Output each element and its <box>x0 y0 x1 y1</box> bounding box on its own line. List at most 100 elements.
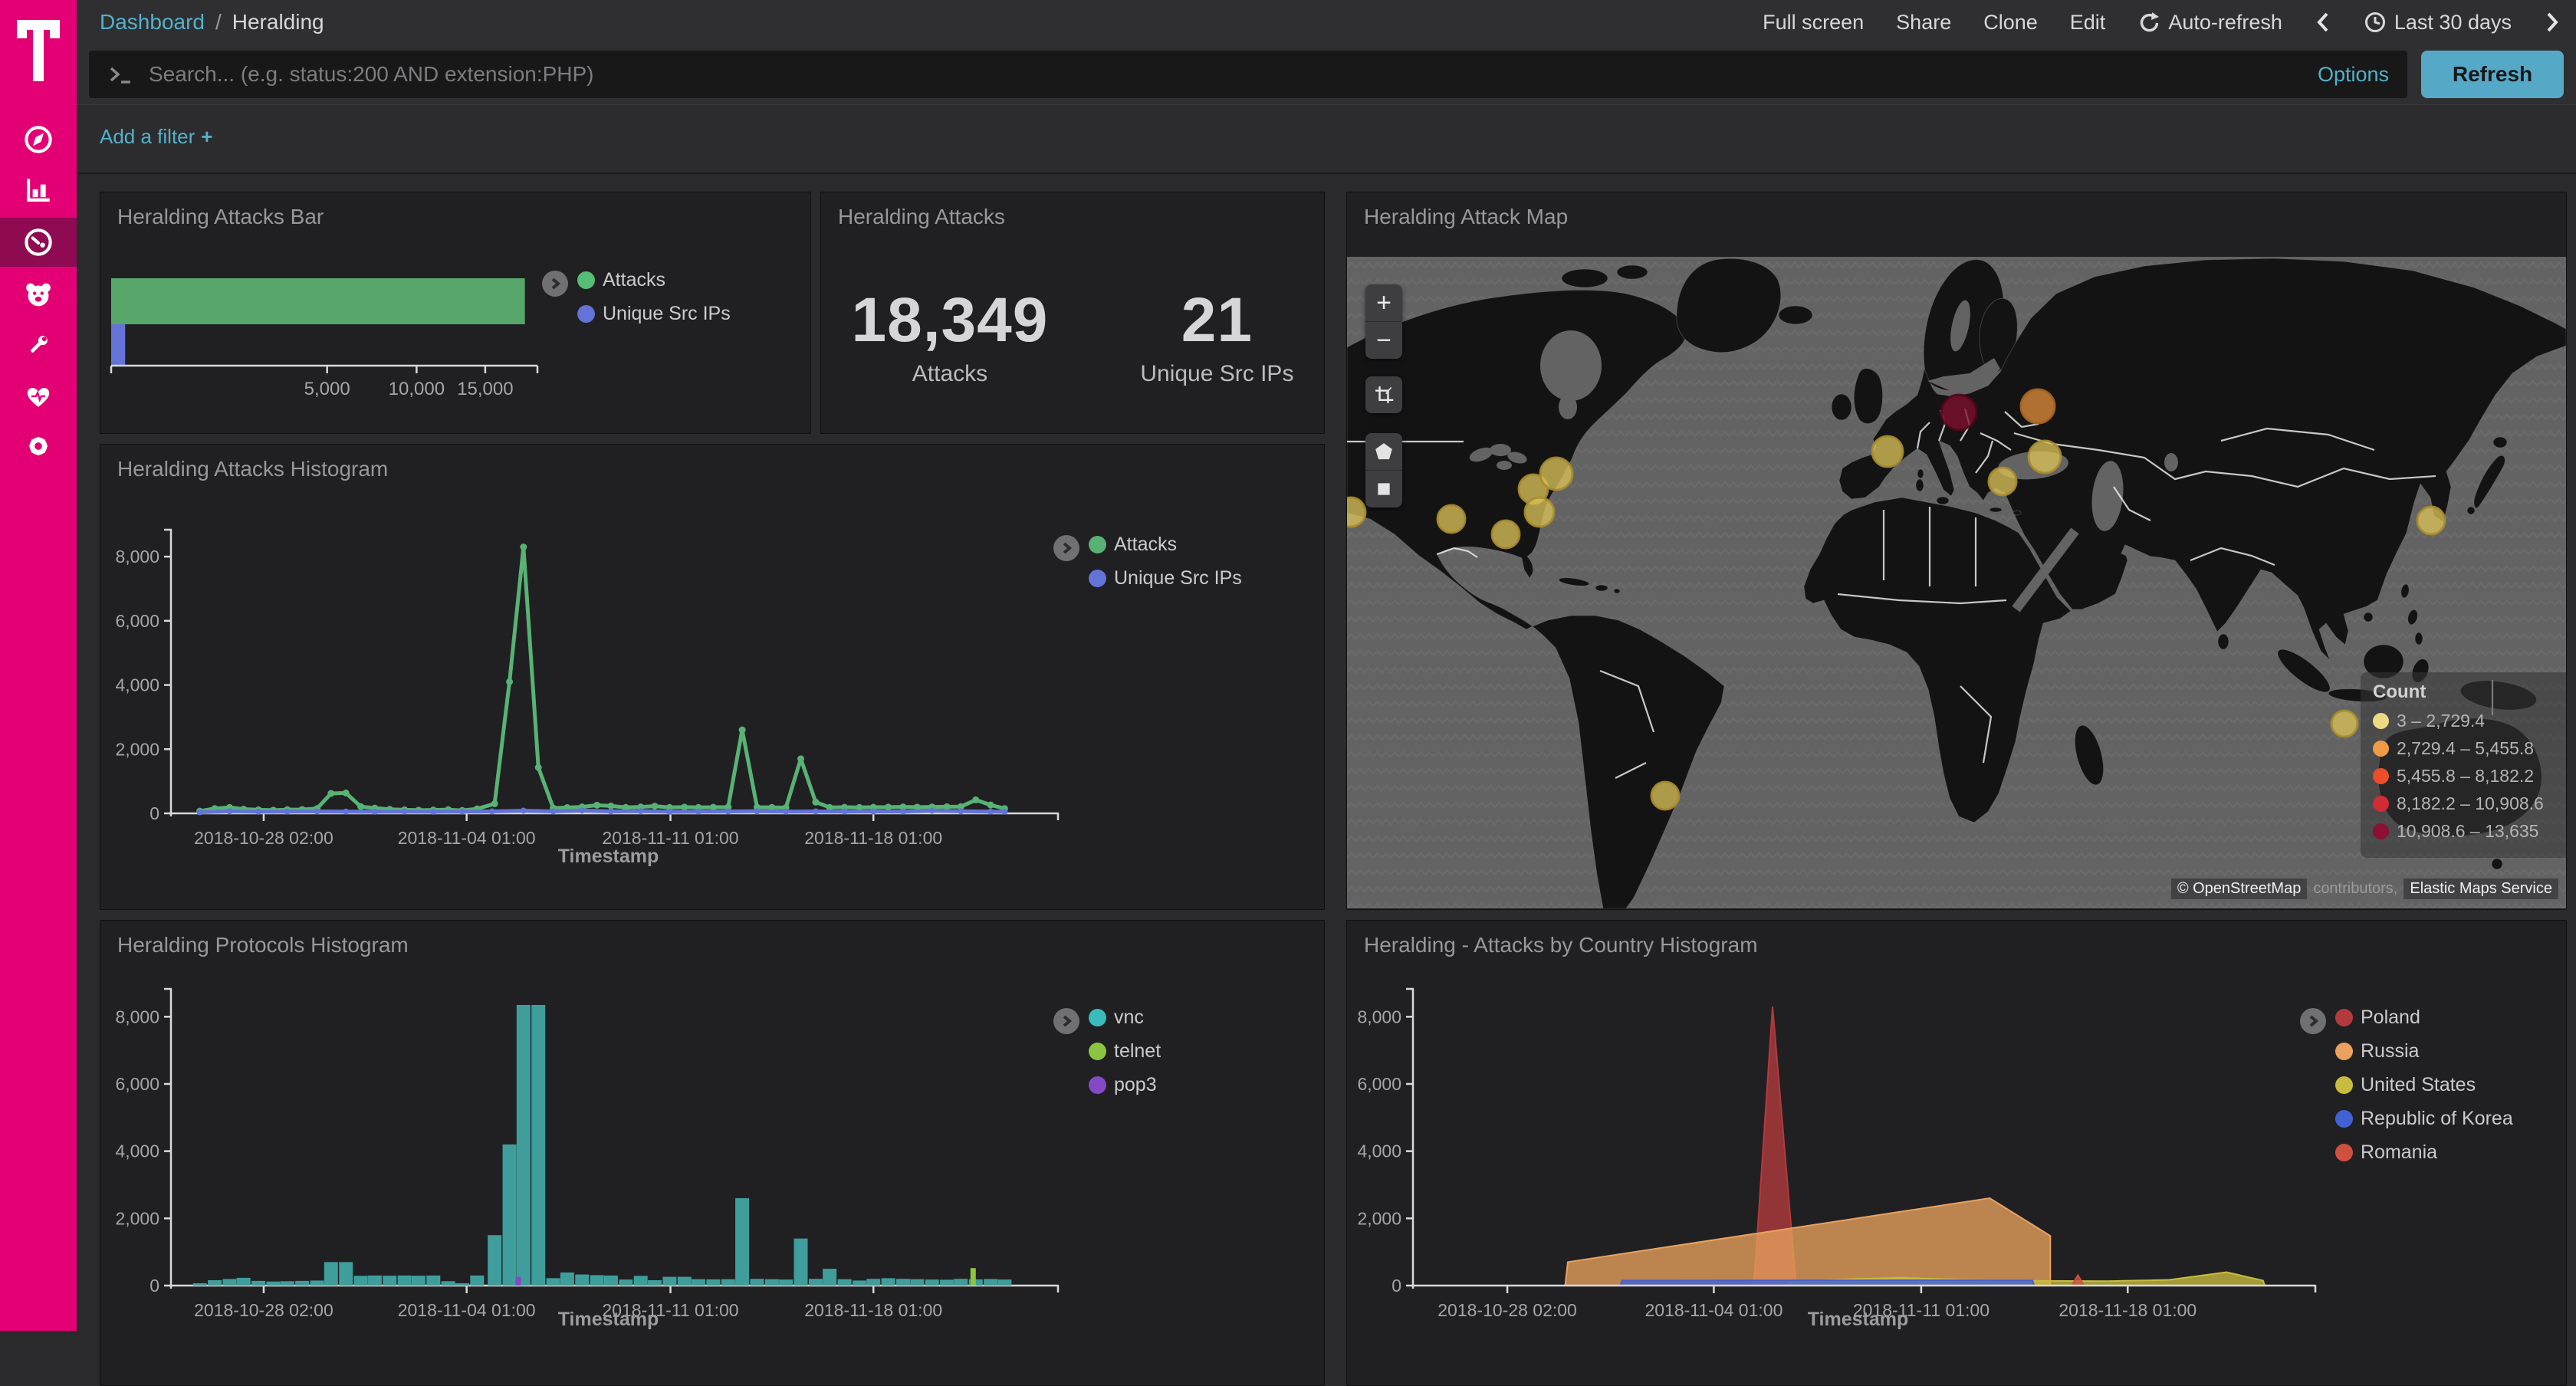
panel-protocols-histogram: Heralding Protocols Histogram 02,0004,00… <box>100 920 1325 1386</box>
metric: 18,349Attacks <box>852 284 1049 387</box>
legend-item-unique-src-ips[interactable]: Unique Src IPs <box>1089 567 1242 590</box>
sidebar-item-discover[interactable] <box>0 115 77 164</box>
legend-color-dot <box>1089 1076 1106 1094</box>
legend-color-dot <box>577 305 595 323</box>
nav-action-clone[interactable]: Clone <box>1983 11 2038 34</box>
wrench-icon <box>21 327 56 363</box>
legend-expand-button[interactable] <box>2300 1008 2326 1034</box>
map-legend-range: 5,455.8 – 8,182.2 <box>2397 766 2534 787</box>
sidebar-item-monitoring[interactable] <box>0 371 77 420</box>
map-legend-range: 3 – 2,729.4 <box>2397 711 2485 731</box>
legend-color-dot <box>1089 1043 1106 1060</box>
svg-text:2018-10-28 02:00: 2018-10-28 02:00 <box>194 828 334 848</box>
time-range-picker[interactable]: Last 30 days <box>2364 11 2512 34</box>
nav-action-edit[interactable]: Edit <box>2070 11 2106 34</box>
metric: 21Unique Src IPs <box>1140 284 1293 387</box>
attacks-histogram-legend: Attacks Unique Src IPs <box>1053 534 1242 601</box>
attacks-bar-legend: Attacks Unique Src IPs <box>542 269 731 337</box>
search-box[interactable]: Options <box>89 51 2407 98</box>
legend-item-poland[interactable]: Poland <box>2335 1007 2513 1029</box>
map-legend-range: 10,908.6 – 13,635 <box>2397 821 2538 842</box>
legend-expand-button[interactable] <box>542 271 568 297</box>
svg-text:2,000: 2,000 <box>115 739 159 759</box>
legend-item-telnet[interactable]: telnet <box>1089 1040 1161 1062</box>
breadcrumb-current: Heralding <box>232 10 324 34</box>
legend-color-dot <box>2335 1043 2353 1060</box>
search-input[interactable] <box>147 61 2302 87</box>
add-filter-link[interactable]: Add a filter+ <box>100 125 212 149</box>
map-rectangle-tool-button[interactable] <box>1365 471 1402 507</box>
map-polygon-tool-button[interactable] <box>1365 433 1402 471</box>
time-range-prev-button[interactable] <box>2315 11 2331 34</box>
sidebar-item-dev-tools[interactable] <box>0 320 77 369</box>
svg-text:2018-11-18 01:00: 2018-11-18 01:00 <box>2058 1300 2196 1320</box>
panel-title: Heralding Protocols Histogram <box>117 933 409 957</box>
metric-value: 21 <box>1140 284 1293 356</box>
legend-item-united-states[interactable]: United States <box>2335 1074 2513 1096</box>
panel-attacks-metric: Heralding Attacks 18,349Attacks 21Unique … <box>820 192 1325 434</box>
map-legend-dot <box>2373 741 2389 757</box>
sidebar-item-dashboard[interactable] <box>0 218 77 267</box>
panel-attacks-bar: Heralding Attacks Bar 5,00010,00015,000 … <box>100 192 811 434</box>
chevron-right-icon <box>1060 1014 1073 1028</box>
map-legend-dot <box>2373 823 2389 839</box>
country-histogram-legend: Poland Russia United States Republic of Kor… <box>2300 1007 2513 1175</box>
nav-action-full-screen[interactable]: Full screen <box>1763 11 1864 34</box>
map-legend-item: 10,908.6 – 13,635 <box>2373 821 2566 842</box>
legend-expand-button[interactable] <box>1053 1008 1079 1034</box>
svg-text:2,000: 2,000 <box>115 1208 159 1228</box>
legend-label: Republic of Korea <box>2361 1108 2513 1130</box>
svg-text:6,000: 6,000 <box>1357 1074 1401 1094</box>
breadcrumb-dashboard-link[interactable]: Dashboard <box>100 10 205 34</box>
query-options-link[interactable]: Options <box>2318 63 2389 87</box>
svg-text:Timestamp: Timestamp <box>558 846 659 867</box>
panel-attack-map: Heralding Attack Map <box>1346 192 2567 910</box>
sidebar-item-visualize[interactable] <box>0 166 77 215</box>
map-zoom-in-button[interactable]: + <box>1365 284 1402 322</box>
legend-item-romania[interactable]: Romania <box>2335 1141 2513 1164</box>
time-range-next-button[interactable] <box>2544 11 2561 34</box>
clock-icon <box>2364 11 2387 34</box>
auto-refresh-button[interactable]: Auto-refresh <box>2137 11 2282 34</box>
legend-item-russia[interactable]: Russia <box>2335 1040 2513 1062</box>
svg-text:0: 0 <box>150 1276 159 1296</box>
map-legend-dot <box>2373 713 2389 729</box>
sidebar-item-honeypot[interactable] <box>0 270 77 319</box>
compass-icon <box>21 122 56 157</box>
legend-item-republic-of-korea[interactable]: Republic of Korea <box>2335 1108 2513 1130</box>
world-map[interactable]: + − <box>1347 257 2566 908</box>
legend-expand-button[interactable] <box>1053 535 1079 561</box>
legend-label: United States <box>2361 1074 2476 1096</box>
map-zoom-out-button[interactable]: − <box>1365 322 1402 359</box>
nav-action-share[interactable]: Share <box>1896 11 1951 34</box>
gear-icon <box>21 429 55 463</box>
panel-title: Heralding Attacks <box>838 205 1005 229</box>
polygon-icon <box>1373 441 1395 462</box>
t-mobile-logo[interactable] <box>0 14 77 87</box>
legend-item-pop3[interactable]: pop3 <box>1089 1074 1161 1096</box>
legend-color-dot <box>1089 1009 1106 1026</box>
map-legend-title: Count <box>2373 682 2566 703</box>
heralding-dashboard: { "topnav": { "breadcrumb": {"root": "Da… <box>0 0 2576 1331</box>
refresh-button[interactable]: Refresh <box>2421 51 2564 98</box>
legend-item-vnc[interactable]: vnc <box>1089 1007 1161 1029</box>
legend-item-attacks[interactable]: Attacks <box>1089 534 1242 556</box>
legend-color-dot <box>1089 570 1106 587</box>
panel-title: Heralding Attacks Histogram <box>117 457 388 481</box>
legend-color-dot <box>2335 1110 2353 1128</box>
map-attribution: © OpenStreetMap contributors, Elastic Ma… <box>2171 879 2558 899</box>
legend-item-attacks[interactable]: Attacks <box>577 269 731 291</box>
metric-value: 18,349 <box>852 284 1049 356</box>
legend-label: Poland <box>2361 1007 2420 1029</box>
legend-item-unique-src-ips[interactable]: Unique Src IPs <box>577 303 731 325</box>
svg-text:2,000: 2,000 <box>1357 1208 1401 1228</box>
app-sidebar <box>0 0 77 1331</box>
nav-actions: Full screen Share Clone Edit Auto-refresh L… <box>1763 11 2561 34</box>
map-fit-bounds-button[interactable] <box>1365 376 1402 413</box>
legend-color-dot <box>2335 1009 2353 1026</box>
chevron-right-icon <box>1060 541 1073 555</box>
map-crop-control <box>1365 376 1402 413</box>
sidebar-item-management[interactable] <box>0 422 77 471</box>
osm-attribution-link[interactable]: © OpenStreetMap <box>2171 879 2307 899</box>
ems-attribution-link[interactable]: Elastic Maps Service <box>2404 879 2558 899</box>
